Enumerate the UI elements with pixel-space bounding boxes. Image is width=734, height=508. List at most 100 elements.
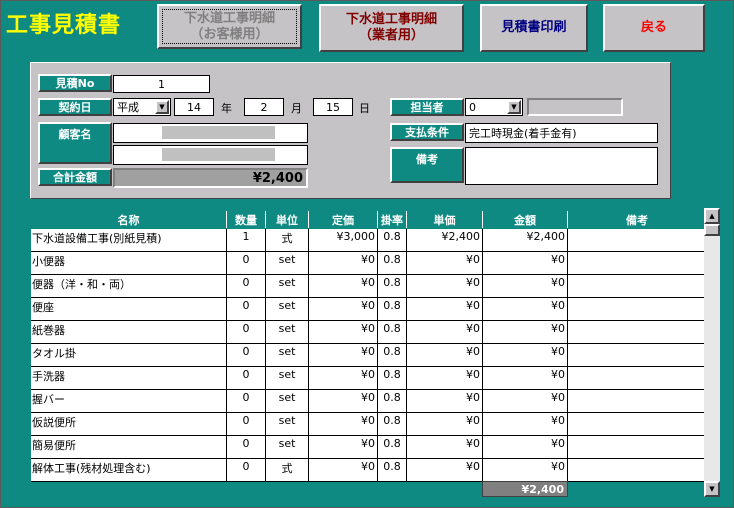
day-field[interactable]: 15	[313, 98, 353, 116]
cell-amount[interactable]: ¥0	[483, 275, 568, 298]
cell-quantity[interactable]: 0	[227, 344, 266, 367]
cell-name[interactable]: タオル掛	[31, 344, 227, 367]
cell-remarks[interactable]	[568, 275, 707, 298]
cell-unit-price[interactable]: ¥0	[407, 321, 483, 344]
cell-rate[interactable]: 0.8	[378, 436, 407, 459]
cell-quantity[interactable]: 0	[227, 413, 266, 436]
cell-list-price[interactable]: ¥0	[309, 367, 378, 390]
cell-quantity[interactable]: 0	[227, 459, 266, 482]
cell-unit-price[interactable]: ¥0	[407, 459, 483, 482]
cell-unit-price[interactable]: ¥0	[407, 390, 483, 413]
estimate-no-field[interactable]: 1	[113, 75, 210, 93]
cell-amount[interactable]: ¥0	[483, 459, 568, 482]
cell-unit[interactable]: 式	[266, 459, 309, 482]
cell-rate[interactable]: 0.8	[378, 298, 407, 321]
cell-list-price[interactable]: ¥0	[309, 275, 378, 298]
cell-unit-price[interactable]: ¥0	[407, 298, 483, 321]
cell-amount[interactable]: ¥0	[483, 252, 568, 275]
cell-list-price[interactable]: ¥0	[309, 390, 378, 413]
cell-name[interactable]: 握バー	[31, 390, 227, 413]
cell-name[interactable]: 便器（洋・和・両）	[31, 275, 227, 298]
cell-unit-price[interactable]: ¥0	[407, 344, 483, 367]
cell-rate[interactable]: 0.8	[378, 367, 407, 390]
cell-list-price[interactable]: ¥0	[309, 436, 378, 459]
cell-list-price[interactable]: ¥0	[309, 413, 378, 436]
cell-rate[interactable]: 0.8	[378, 275, 407, 298]
cell-unit[interactable]: set	[266, 321, 309, 344]
cell-rate[interactable]: 0.8	[378, 252, 407, 275]
cell-quantity[interactable]: 0	[227, 298, 266, 321]
cell-unit[interactable]: 式	[266, 229, 309, 252]
chevron-down-icon[interactable]: ▼	[507, 100, 521, 114]
cell-name[interactable]: 手洗器	[31, 367, 227, 390]
cell-remarks[interactable]	[568, 413, 707, 436]
cell-rate[interactable]: 0.8	[378, 229, 407, 252]
cell-quantity[interactable]: 0	[227, 252, 266, 275]
year-field[interactable]: 14	[174, 98, 214, 116]
cell-unit-price[interactable]: ¥0	[407, 252, 483, 275]
cell-amount[interactable]: ¥0	[483, 321, 568, 344]
cell-quantity[interactable]: 0	[227, 390, 266, 413]
cell-name[interactable]: 小便器	[31, 252, 227, 275]
payment-terms-field[interactable]: 完工時現金(着手金有)	[465, 123, 658, 143]
cell-amount[interactable]: ¥0	[483, 390, 568, 413]
cell-list-price[interactable]: ¥0	[309, 321, 378, 344]
cell-remarks[interactable]	[568, 321, 707, 344]
cell-name[interactable]: 便座	[31, 298, 227, 321]
cell-remarks[interactable]	[568, 390, 707, 413]
cell-remarks[interactable]	[568, 298, 707, 321]
cell-rate[interactable]: 0.8	[378, 390, 407, 413]
print-estimate-button[interactable]: 見積書印刷	[480, 4, 588, 52]
cell-amount[interactable]: ¥0	[483, 413, 568, 436]
cell-name[interactable]: 紙巻器	[31, 321, 227, 344]
cell-remarks[interactable]	[568, 367, 707, 390]
cell-quantity[interactable]: 1	[227, 229, 266, 252]
cell-unit[interactable]: set	[266, 252, 309, 275]
cell-unit[interactable]: set	[266, 298, 309, 321]
cell-quantity[interactable]: 0	[227, 367, 266, 390]
cell-rate[interactable]: 0.8	[378, 459, 407, 482]
customer-detail-button[interactable]: 下水道工事明細 （お客様用）	[157, 4, 302, 49]
customer-name-field-1[interactable]	[113, 123, 308, 143]
vertical-scrollbar[interactable]: ▲ ▼	[704, 208, 720, 497]
cell-unit[interactable]: set	[266, 436, 309, 459]
remarks-field[interactable]	[465, 147, 658, 185]
cell-amount[interactable]: ¥0	[483, 344, 568, 367]
cell-unit[interactable]: set	[266, 413, 309, 436]
chevron-down-icon[interactable]: ▼	[155, 100, 169, 114]
cell-quantity[interactable]: 0	[227, 321, 266, 344]
cell-amount[interactable]: ¥0	[483, 367, 568, 390]
cell-rate[interactable]: 0.8	[378, 344, 407, 367]
cell-list-price[interactable]: ¥0	[309, 459, 378, 482]
cell-rate[interactable]: 0.8	[378, 413, 407, 436]
month-field[interactable]: 2	[244, 98, 284, 116]
customer-name-field-2[interactable]	[113, 145, 308, 165]
cell-quantity[interactable]: 0	[227, 436, 266, 459]
cell-unit-price[interactable]: ¥0	[407, 275, 483, 298]
cell-name[interactable]: 仮説便所	[31, 413, 227, 436]
cell-unit[interactable]: set	[266, 367, 309, 390]
cell-remarks[interactable]	[568, 344, 707, 367]
cell-remarks[interactable]	[568, 229, 707, 252]
cell-name[interactable]: 下水道設備工事(別紙見積)	[31, 229, 227, 252]
cell-unit-price[interactable]: ¥0	[407, 413, 483, 436]
cell-unit-price[interactable]: ¥0	[407, 367, 483, 390]
cell-list-price[interactable]: ¥0	[309, 252, 378, 275]
cell-unit[interactable]: set	[266, 344, 309, 367]
cell-rate[interactable]: 0.8	[378, 321, 407, 344]
cell-remarks[interactable]	[568, 252, 707, 275]
cell-quantity[interactable]: 0	[227, 275, 266, 298]
cell-list-price[interactable]: ¥0	[309, 298, 378, 321]
cell-unit-price[interactable]: ¥2,400	[407, 229, 483, 252]
cell-unit[interactable]: set	[266, 390, 309, 413]
cell-remarks[interactable]	[568, 459, 707, 482]
cell-amount[interactable]: ¥0	[483, 298, 568, 321]
cell-name[interactable]: 簡易便所	[31, 436, 227, 459]
cell-remarks[interactable]	[568, 436, 707, 459]
cell-unit-price[interactable]: ¥0	[407, 436, 483, 459]
cell-unit[interactable]: set	[266, 275, 309, 298]
arrow-up-icon[interactable]: ▲	[704, 208, 720, 224]
cell-list-price[interactable]: ¥0	[309, 344, 378, 367]
cell-amount[interactable]: ¥2,400	[483, 229, 568, 252]
vendor-detail-button[interactable]: 下水道工事明細 （業者用）	[319, 4, 464, 52]
